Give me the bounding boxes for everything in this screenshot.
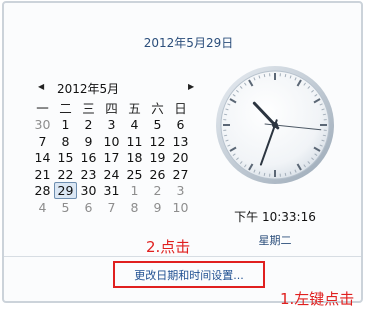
calendar-day[interactable]: 7 (100, 200, 123, 215)
calendar-day[interactable]: 10 (169, 200, 192, 215)
calendar-day[interactable]: 1 (123, 183, 146, 198)
clock-minute-tick (224, 114, 227, 115)
clock-minute-tick (224, 135, 227, 136)
calendar-day[interactable]: 11 (123, 134, 146, 149)
calendar-day[interactable]: 26 (146, 167, 169, 182)
change-date-time-settings-link[interactable]: 更改日期和时间设置... (134, 267, 244, 283)
weekday-header: 三 (77, 101, 100, 116)
calendar-week-row: 21 22 23 24 25 26 27 (31, 166, 192, 183)
calendar-day[interactable]: 16 (77, 150, 100, 165)
calendar-day[interactable]: 2 (77, 117, 100, 132)
calendar-day[interactable]: 1 (54, 117, 77, 132)
calendar-day[interactable]: 23 (77, 167, 100, 182)
calendar-day[interactable]: 5 (54, 200, 77, 215)
calendar-day[interactable]: 9 (77, 134, 100, 149)
digital-time: 下午 10:33:16 (214, 208, 336, 225)
weekday-header-row: 一 二 三 四 五 六 日 (31, 100, 192, 117)
calendar-day[interactable]: 8 (123, 200, 146, 215)
clock-minute-tick (264, 74, 265, 77)
calendar-day[interactable]: 2 (146, 183, 169, 198)
clock-minute-tick (285, 173, 286, 176)
separator (4, 256, 361, 257)
calendar-day[interactable]: 13 (169, 134, 192, 149)
change-date-time-settings-button[interactable]: 更改日期和时间设置... (113, 261, 265, 288)
clock-minute-tick (323, 135, 326, 136)
calendar-day[interactable]: 7 (31, 134, 54, 149)
calendar-day[interactable]: 14 (31, 150, 54, 165)
calendar-week-row: 14 15 16 17 18 19 20 (31, 150, 192, 167)
calendar-day[interactable]: 10 (100, 134, 123, 149)
clock-minute-tick (323, 114, 326, 115)
weekday-header: 日 (169, 101, 192, 116)
calendar-day[interactable]: 15 (54, 150, 77, 165)
weekday-header: 二 (54, 101, 77, 116)
month-label[interactable]: 2012年5月 (57, 80, 119, 97)
clock-center-pin (272, 122, 278, 128)
calendar-day[interactable]: 19 (146, 150, 169, 165)
calendar-day[interactable]: 6 (169, 117, 192, 132)
calendar-day-today[interactable]: 29 (54, 182, 77, 199)
next-month-icon[interactable]: ▶ (188, 82, 194, 91)
calendar-week-row: 7 8 9 10 11 12 13 (31, 133, 192, 150)
clock-minute-tick (285, 74, 286, 77)
calendar-day[interactable]: 5 (146, 117, 169, 132)
weekday-header: 四 (100, 101, 123, 116)
calendar-day[interactable]: 3 (169, 183, 192, 198)
calendar-week-row: 28 29 30 31 1 2 3 (31, 183, 192, 200)
clock-minute-tick (264, 173, 265, 176)
analog-clock (214, 64, 336, 186)
weekday-header: 五 (123, 101, 146, 116)
calendar-day[interactable]: 21 (31, 167, 54, 182)
calendar-day[interactable]: 22 (54, 167, 77, 182)
calendar-day[interactable]: 24 (100, 167, 123, 182)
calendar-day[interactable]: 4 (31, 200, 54, 215)
calendar-day[interactable]: 20 (169, 150, 192, 165)
calendar-week-row: 30 1 2 3 4 5 6 (31, 117, 192, 134)
calendar-day[interactable]: 4 (123, 117, 146, 132)
calendar-day[interactable]: 27 (169, 167, 192, 182)
calendar-day[interactable]: 28 (31, 183, 54, 198)
calendar-day[interactable]: 18 (123, 150, 146, 165)
previous-month-icon[interactable]: ◀ (38, 82, 44, 91)
full-date-link[interactable]: 2012年5月29日 (0, 34, 377, 51)
calendar-day[interactable]: 3 (100, 117, 123, 132)
weekday-header: 一 (31, 101, 54, 116)
calendar-week-row: 4 5 6 7 8 9 10 (31, 199, 192, 216)
calendar-day[interactable]: 25 (123, 167, 146, 182)
calendar-day[interactable]: 17 (100, 150, 123, 165)
calendar-day[interactable]: 9 (146, 200, 169, 215)
calendar-grid: 一 二 三 四 五 六 日 30 1 2 3 4 5 6 7 8 9 10 11… (31, 100, 192, 216)
weekday-label: 星期二 (214, 232, 336, 248)
calendar-day[interactable]: 30 (31, 117, 54, 132)
annotation-step-2: 2.点击 (146, 236, 190, 257)
calendar-day[interactable]: 30 (77, 183, 100, 198)
calendar-day[interactable]: 31 (100, 183, 123, 198)
weekday-header: 六 (146, 101, 169, 116)
calendar-day[interactable]: 8 (54, 134, 77, 149)
calendar-day[interactable]: 6 (77, 200, 100, 215)
calendar-day[interactable]: 12 (146, 134, 169, 149)
